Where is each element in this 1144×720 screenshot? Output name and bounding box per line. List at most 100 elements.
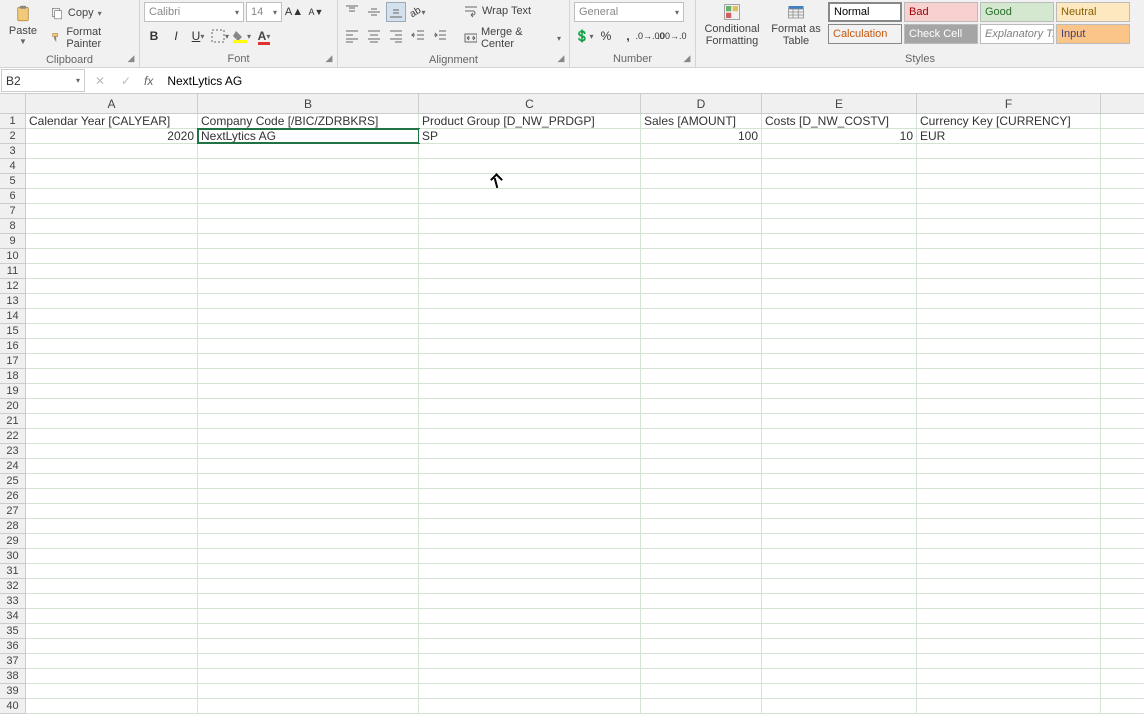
cell-A3[interactable] xyxy=(26,144,198,158)
row-header-31[interactable]: 31 xyxy=(0,564,25,579)
cell-D38[interactable] xyxy=(641,669,762,683)
cell-D33[interactable] xyxy=(641,594,762,608)
cell-A4[interactable] xyxy=(26,159,198,173)
cell-B15[interactable] xyxy=(198,324,419,338)
cell-E34[interactable] xyxy=(762,609,917,623)
cell-B25[interactable] xyxy=(198,474,419,488)
cell-A2[interactable]: 2020 xyxy=(26,129,198,143)
cell-E16[interactable] xyxy=(762,339,917,353)
cell-B17[interactable] xyxy=(198,354,419,368)
cell-B39[interactable] xyxy=(198,684,419,698)
cell-D7[interactable] xyxy=(641,204,762,218)
cell-B12[interactable] xyxy=(198,279,419,293)
cell-B34[interactable] xyxy=(198,609,419,623)
cell-B26[interactable] xyxy=(198,489,419,503)
cell-C30[interactable] xyxy=(419,549,641,563)
cell-A17[interactable] xyxy=(26,354,198,368)
italic-button[interactable]: I xyxy=(166,26,186,46)
cell-E40[interactable] xyxy=(762,699,917,713)
cell-E35[interactable] xyxy=(762,624,917,638)
cell-F21[interactable] xyxy=(917,414,1101,428)
cell-E25[interactable] xyxy=(762,474,917,488)
cell-C17[interactable] xyxy=(419,354,641,368)
cell-D18[interactable] xyxy=(641,369,762,383)
cell-C3[interactable] xyxy=(419,144,641,158)
cell-C37[interactable] xyxy=(419,654,641,668)
increase-font-button[interactable]: A▲ xyxy=(284,2,304,22)
cell-F12[interactable] xyxy=(917,279,1101,293)
cell-C24[interactable] xyxy=(419,459,641,473)
cell-B7[interactable] xyxy=(198,204,419,218)
cell-A5[interactable] xyxy=(26,174,198,188)
cell-B6[interactable] xyxy=(198,189,419,203)
cell-F35[interactable] xyxy=(917,624,1101,638)
cell-C34[interactable] xyxy=(419,609,641,623)
cell-E14[interactable] xyxy=(762,309,917,323)
cell-A8[interactable] xyxy=(26,219,198,233)
style-normal[interactable]: Normal xyxy=(828,2,902,22)
row-header-36[interactable]: 36 xyxy=(0,639,25,654)
cell-D35[interactable] xyxy=(641,624,762,638)
cell-D32[interactable] xyxy=(641,579,762,593)
cell-E32[interactable] xyxy=(762,579,917,593)
cell-E22[interactable] xyxy=(762,429,917,443)
font-name-select[interactable]: Calibri ▾ xyxy=(144,2,244,22)
style-input[interactable]: Input xyxy=(1056,24,1130,44)
cell-D27[interactable] xyxy=(641,504,762,518)
cell-F24[interactable] xyxy=(917,459,1101,473)
cell-C38[interactable] xyxy=(419,669,641,683)
cell-D26[interactable] xyxy=(641,489,762,503)
cell-E11[interactable] xyxy=(762,264,917,278)
cell-D40[interactable] xyxy=(641,699,762,713)
cell-E8[interactable] xyxy=(762,219,917,233)
cell-C40[interactable] xyxy=(419,699,641,713)
cell-D3[interactable] xyxy=(641,144,762,158)
row-header-6[interactable]: 6 xyxy=(0,189,25,204)
cell-B27[interactable] xyxy=(198,504,419,518)
cell-B35[interactable] xyxy=(198,624,419,638)
cell-F3[interactable] xyxy=(917,144,1101,158)
cell-A9[interactable] xyxy=(26,234,198,248)
cell-C29[interactable] xyxy=(419,534,641,548)
cell-D34[interactable] xyxy=(641,609,762,623)
cell-F22[interactable] xyxy=(917,429,1101,443)
cell-B8[interactable] xyxy=(198,219,419,233)
cell-A13[interactable] xyxy=(26,294,198,308)
cell-D8[interactable] xyxy=(641,219,762,233)
cell-F5[interactable] xyxy=(917,174,1101,188)
cell-D37[interactable] xyxy=(641,654,762,668)
cell-E26[interactable] xyxy=(762,489,917,503)
cell-C12[interactable] xyxy=(419,279,641,293)
cell-E5[interactable] xyxy=(762,174,917,188)
cell-E4[interactable] xyxy=(762,159,917,173)
row-header-18[interactable]: 18 xyxy=(0,369,25,384)
cell-F38[interactable] xyxy=(917,669,1101,683)
row-header-32[interactable]: 32 xyxy=(0,579,25,594)
cell-B38[interactable] xyxy=(198,669,419,683)
wrap-text-button[interactable]: Wrap Text xyxy=(460,2,565,20)
style-neutral[interactable]: Neutral xyxy=(1056,2,1130,22)
cell-C2[interactable]: SP xyxy=(419,129,641,143)
cell-C10[interactable] xyxy=(419,249,641,263)
row-header-24[interactable]: 24 xyxy=(0,459,25,474)
cell-A7[interactable] xyxy=(26,204,198,218)
cell-C39[interactable] xyxy=(419,684,641,698)
cell-C33[interactable] xyxy=(419,594,641,608)
cell-F13[interactable] xyxy=(917,294,1101,308)
column-header-A[interactable]: A xyxy=(26,94,198,113)
cell-F33[interactable] xyxy=(917,594,1101,608)
cell-F26[interactable] xyxy=(917,489,1101,503)
decrease-decimal-button[interactable]: .00→.0 xyxy=(662,26,682,46)
cell-E39[interactable] xyxy=(762,684,917,698)
cell-D21[interactable] xyxy=(641,414,762,428)
cell-E13[interactable] xyxy=(762,294,917,308)
cell-D17[interactable] xyxy=(641,354,762,368)
cell-A39[interactable] xyxy=(26,684,198,698)
row-header-37[interactable]: 37 xyxy=(0,654,25,669)
cell-C9[interactable] xyxy=(419,234,641,248)
cell-B29[interactable] xyxy=(198,534,419,548)
row-header-28[interactable]: 28 xyxy=(0,519,25,534)
cell-E15[interactable] xyxy=(762,324,917,338)
row-header-34[interactable]: 34 xyxy=(0,609,25,624)
row-header-4[interactable]: 4 xyxy=(0,159,25,174)
